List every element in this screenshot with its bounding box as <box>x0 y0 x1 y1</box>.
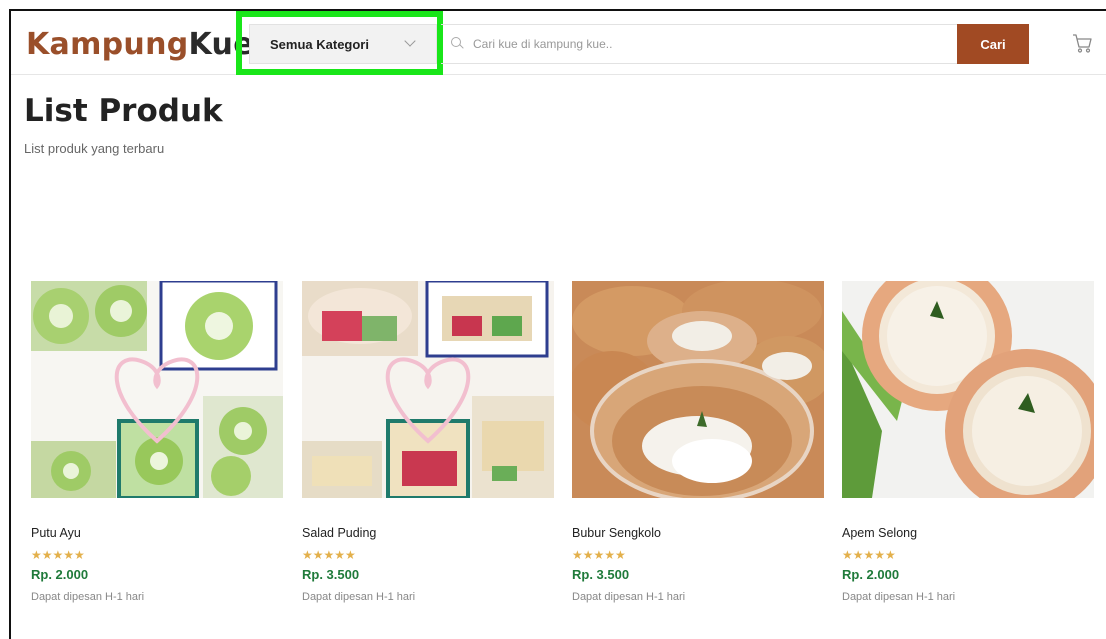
product-image[interactable] <box>842 281 1094 498</box>
product-name[interactable]: Apem Selong <box>842 526 1094 540</box>
star-rating: ★★★★★ <box>31 548 85 562</box>
product-note: Dapat dipesan H-1 hari <box>842 591 956 603</box>
product-card[interactable]: Salad Puding ★★★★★ Rp. 3.500 Dapat dipes… <box>302 281 554 603</box>
page-subtitle: List produk yang terbaru <box>24 141 165 156</box>
product-card[interactable]: Apem Selong ★★★★★ Rp. 2.000 Dapat dipesa… <box>842 281 1094 603</box>
product-card[interactable]: Bubur Sengkolo ★★★★★ Rp. 3.500 Dapat dip… <box>572 281 824 603</box>
star-rating: ★★★★★ <box>302 548 356 562</box>
product-image[interactable] <box>302 281 554 498</box>
search-bar <box>441 24 961 64</box>
star-rating: ★★★★★ <box>572 548 626 562</box>
site-logo[interactable]: KampungKue <box>26 27 254 62</box>
site-header: KampungKue Semua Kategori Cari <box>11 11 1106 75</box>
product-name[interactable]: Bubur Sengkolo <box>572 526 824 540</box>
category-highlight-box <box>236 11 443 75</box>
product-price: Rp. 2.000 <box>842 567 900 582</box>
product-card[interactable]: Putu Ayu ★★★★★ Rp. 2.000 Dapat dipesan H… <box>31 281 283 603</box>
product-price: Rp. 2.000 <box>31 567 89 582</box>
product-name[interactable]: Putu Ayu <box>31 526 283 540</box>
search-icon <box>451 37 465 51</box>
search-button[interactable]: Cari <box>957 24 1029 64</box>
product-note: Dapat dipesan H-1 hari <box>302 591 416 603</box>
search-input[interactable] <box>473 37 943 51</box>
browser-frame: KampungKue Semua Kategori Cari List Prod… <box>9 9 1106 639</box>
product-name[interactable]: Salad Puding <box>302 526 554 540</box>
star-rating: ★★★★★ <box>842 548 896 562</box>
logo-part-kampung: Kampung <box>26 27 189 62</box>
cart-icon[interactable] <box>1071 32 1093 54</box>
product-price: Rp. 3.500 <box>572 567 630 582</box>
product-image[interactable] <box>572 281 824 498</box>
product-price: Rp. 3.500 <box>302 567 360 582</box>
product-note: Dapat dipesan H-1 hari <box>572 591 686 603</box>
product-image[interactable] <box>31 281 283 498</box>
page-title: List Produk <box>24 93 223 129</box>
product-note: Dapat dipesan H-1 hari <box>31 591 145 603</box>
